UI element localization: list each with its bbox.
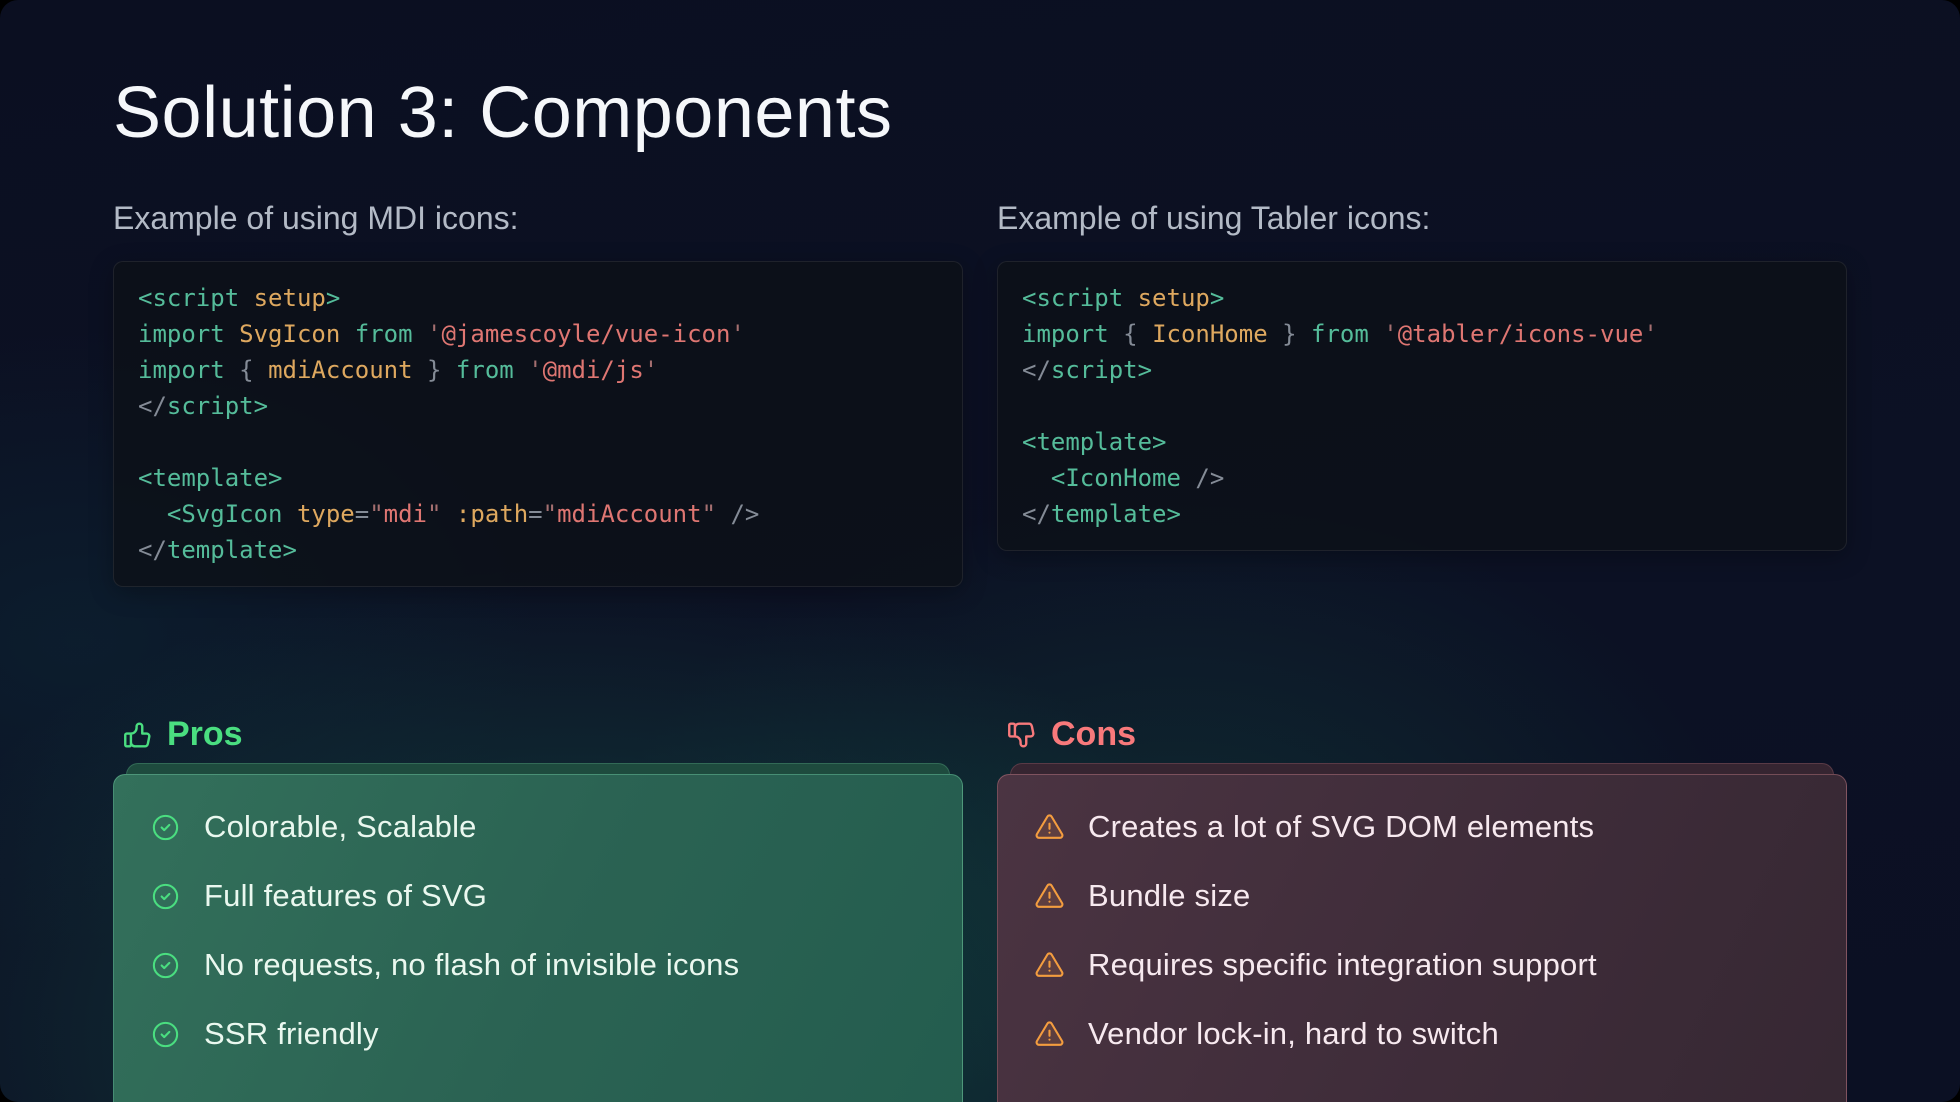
- pros-item-text: No requests, no flash of invisible icons: [204, 947, 740, 982]
- cons-list-item: Vendor lock-in, hard to switch: [1034, 1012, 1810, 1056]
- pros-list-item: Colorable, Scalable: [150, 805, 926, 849]
- cons-item-text: Requires specific integration support: [1088, 947, 1597, 982]
- pros-cons-row: Pros Colorable, Scalable Full features o…: [113, 715, 1847, 1102]
- mdi-code-block: <script setup> import SvgIcon from '@jame…: [113, 261, 963, 587]
- pros-list-item: No requests, no flash of invisible icons: [150, 943, 926, 987]
- cons-section: Cons Creates a lot of SVG DOM elements B…: [997, 715, 1847, 1102]
- slide: Solution 3: Components Example of using …: [0, 0, 1960, 1102]
- tabler-example-section: Example of using Tabler icons: <script s…: [997, 200, 1847, 551]
- code-examples-row: Example of using MDI icons: <script setu…: [113, 200, 1847, 587]
- cons-list-item: Creates a lot of SVG DOM elements: [1034, 805, 1810, 849]
- slide-content: Solution 3: Components Example of using …: [0, 0, 1960, 1102]
- cons-list-item: Requires specific integration support: [1034, 943, 1810, 987]
- pros-item-text: Full features of SVG: [204, 878, 488, 913]
- pros-card: Colorable, Scalable Full features of SVG…: [113, 774, 963, 1102]
- circle-check-icon: [152, 952, 179, 978]
- circle-check-icon: [152, 814, 179, 840]
- circle-check-icon: [152, 883, 179, 909]
- mdi-example-section: Example of using MDI icons: <script setu…: [113, 200, 963, 587]
- mdi-section-label: Example of using MDI icons:: [113, 200, 519, 236]
- cons-item-text: Bundle size: [1088, 878, 1251, 913]
- cons-list: Creates a lot of SVG DOM elements Bundle…: [1034, 805, 1810, 1056]
- pros-list-item: Full features of SVG: [150, 874, 926, 918]
- alert-triangle-icon: [1035, 813, 1064, 839]
- pros-item-text: Colorable, Scalable: [204, 809, 477, 844]
- pros-heading: Pros: [113, 715, 963, 754]
- pros-section: Pros Colorable, Scalable Full features o…: [113, 715, 963, 1102]
- pros-list: Colorable, Scalable Full features of SVG…: [150, 805, 926, 1056]
- thumb-down-icon: [1008, 721, 1035, 747]
- pros-card-stack: Colorable, Scalable Full features of SVG…: [113, 763, 963, 1102]
- tabler-section-label: Example of using Tabler icons:: [997, 200, 1431, 236]
- pros-item-text: SSR friendly: [204, 1016, 379, 1051]
- cons-item-text: Vendor lock-in, hard to switch: [1088, 1016, 1499, 1051]
- cons-card: Creates a lot of SVG DOM elements Bundle…: [997, 774, 1847, 1102]
- pros-list-item: SSR friendly: [150, 1012, 926, 1056]
- alert-triangle-icon: [1035, 882, 1064, 908]
- cons-list-item: Bundle size: [1034, 874, 1810, 918]
- circle-check-icon: [152, 1021, 179, 1047]
- alert-triangle-icon: [1035, 951, 1064, 977]
- tabler-code-block: <script setup> import { IconHome } from '…: [997, 261, 1847, 551]
- cons-heading-text: Cons: [1051, 715, 1136, 753]
- alert-triangle-icon: [1035, 1020, 1064, 1046]
- thumb-up-icon: [124, 722, 151, 748]
- cons-card-stack: Creates a lot of SVG DOM elements Bundle…: [997, 763, 1847, 1102]
- page-title: Solution 3: Components: [113, 73, 893, 153]
- cons-heading: Cons: [997, 715, 1847, 754]
- cons-item-text: Creates a lot of SVG DOM elements: [1088, 809, 1595, 844]
- pros-heading-text: Pros: [167, 715, 243, 753]
